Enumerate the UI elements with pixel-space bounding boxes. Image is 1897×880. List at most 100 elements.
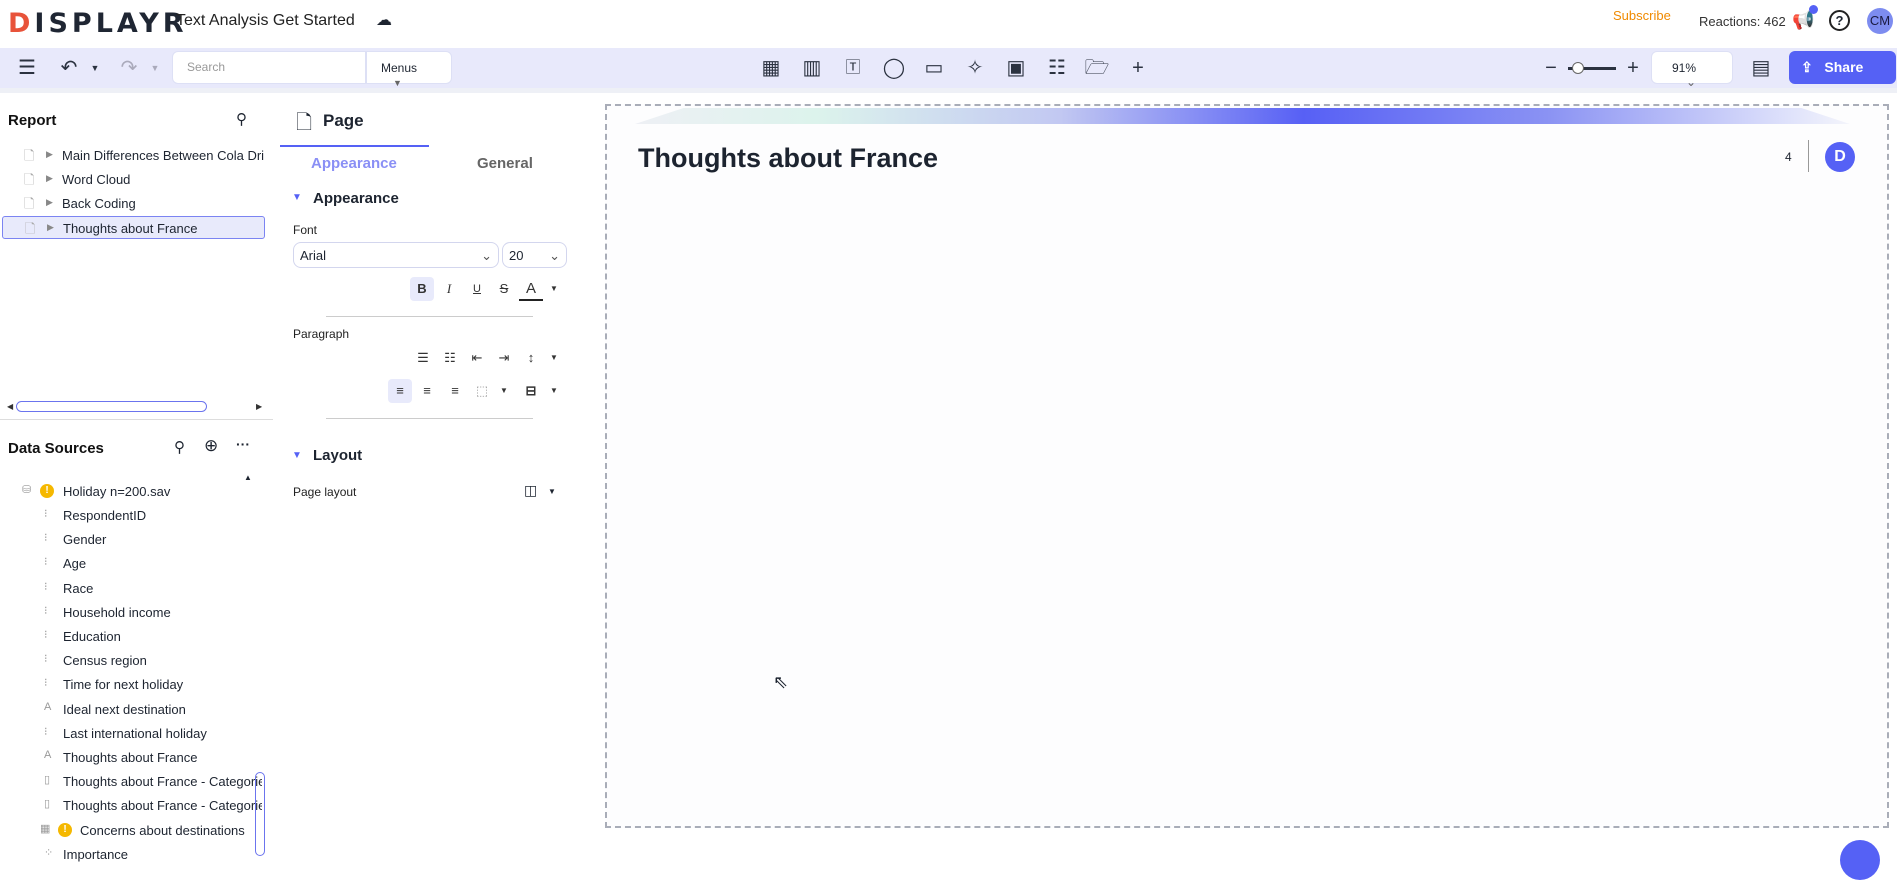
add-data-icon[interactable]: ⊕ xyxy=(204,436,218,456)
expand-icon[interactable]: ▶ xyxy=(46,149,53,160)
page-icon: 🗋 xyxy=(296,112,313,134)
font-select[interactable]: Arial ⌄ xyxy=(293,242,499,268)
variable-item[interactable]: ⁝ Race xyxy=(0,576,262,600)
variable-label: Thoughts about France - Categories xyxy=(63,798,262,814)
zoom-slider-handle[interactable] xyxy=(1572,62,1584,74)
line-spacing-icon[interactable]: ↕ xyxy=(519,346,543,370)
variable-item[interactable]: ▯ Thoughts about France - Categories xyxy=(0,793,262,817)
variable-item[interactable]: ⁘ Importance xyxy=(0,842,262,866)
variable-item[interactable]: ⁝ Household income xyxy=(0,600,262,624)
expand-icon[interactable]: ▶ xyxy=(46,197,53,208)
more-icon[interactable]: ··· xyxy=(236,436,250,452)
report-item-label: Back Coding xyxy=(62,196,136,211)
bold-button[interactable]: B xyxy=(410,277,434,301)
search-icon[interactable]: ⚲ xyxy=(236,110,247,128)
align-center-button[interactable]: ≡ xyxy=(415,379,439,403)
page-icon: 🗋 xyxy=(24,172,35,187)
border-icon[interactable]: ⬚ xyxy=(470,379,494,403)
variable-binary-icon: ▯ xyxy=(44,774,51,787)
line-spacing-dropdown-icon[interactable]: ▼ xyxy=(542,346,566,370)
scroll-left-icon[interactable]: ◀ xyxy=(7,402,13,411)
calculator-icon[interactable]: ▣ xyxy=(1003,56,1029,80)
scroll-right-icon[interactable]: ▶ xyxy=(256,402,262,411)
chat-support-button[interactable] xyxy=(1840,840,1880,880)
text-icon[interactable]: 🅃 xyxy=(840,56,866,80)
align-left-button[interactable]: ≡ xyxy=(388,379,412,403)
chart-icon[interactable]: ▥ xyxy=(799,56,825,80)
avatar[interactable]: CM xyxy=(1867,8,1893,34)
variable-item[interactable]: A Ideal next destination xyxy=(0,697,262,721)
collapse-icon[interactable]: ▼ xyxy=(292,450,302,461)
divider xyxy=(1808,140,1809,172)
tab-general[interactable]: General xyxy=(477,155,533,172)
variable-text-icon: A xyxy=(44,700,52,713)
report-item[interactable]: 🗋 ▶ Back Coding xyxy=(2,192,265,215)
vertical-align-icon[interactable]: ⊟ xyxy=(519,379,543,403)
variable-item[interactable]: ⁝ Time for next holiday xyxy=(0,672,262,696)
variable-item[interactable]: ⁝ Education xyxy=(0,624,262,648)
bullet-list-icon[interactable]: ☰ xyxy=(411,346,435,370)
variable-item[interactable]: ⁝ Last international holiday xyxy=(0,721,262,745)
page-layout-icon[interactable]: ◫ xyxy=(524,482,537,499)
sparkle-icon[interactable]: ✧ xyxy=(962,56,988,80)
vertical-align-dropdown-icon[interactable]: ▼ xyxy=(542,379,566,403)
plus-icon[interactable]: + xyxy=(1125,56,1151,80)
tab-appearance[interactable]: Appearance xyxy=(311,155,397,172)
image-icon[interactable]: ▭ xyxy=(921,56,947,80)
table-icon[interactable]: ▦ xyxy=(758,56,784,80)
underline-button[interactable]: U xyxy=(465,277,489,301)
undo-dropdown-icon[interactable]: ▼ xyxy=(82,56,108,80)
italic-button[interactable]: I xyxy=(437,277,461,301)
align-right-button[interactable]: ≡ xyxy=(443,379,467,403)
variable-item[interactable]: ▯ Thoughts about France - Categories xyxy=(0,769,262,793)
variable-categorical-icon: ⁝ xyxy=(44,556,48,569)
variable-item[interactable]: ⁝ Age xyxy=(0,551,262,575)
border-dropdown-icon[interactable]: ▼ xyxy=(492,379,516,403)
expand-icon[interactable]: ▶ xyxy=(47,222,54,233)
page-layout-label: Page layout xyxy=(293,485,357,499)
shape-icon[interactable]: ◯ xyxy=(881,56,907,80)
undo-icon[interactable]: ↶ xyxy=(56,56,82,80)
variable-item[interactable]: ⁝ Census region xyxy=(0,648,262,672)
page-canvas[interactable] xyxy=(605,104,1889,828)
redo-icon[interactable]: ↷ xyxy=(116,56,142,80)
horizontal-scrollbar[interactable] xyxy=(16,401,207,412)
variable-item[interactable]: ⁝ Gender xyxy=(0,527,262,551)
data-file[interactable]: ⛁! Holiday n=200.sav xyxy=(0,479,262,503)
sliders-icon[interactable]: ☷ xyxy=(1044,56,1070,80)
zoom-out-icon[interactable]: − xyxy=(1538,56,1564,80)
page-layout-dropdown-icon[interactable]: ▼ xyxy=(548,487,556,496)
report-item[interactable]: 🗋 ▶ Main Differences Between Cola Drinks xyxy=(2,144,265,167)
comment-icon[interactable]: ▤ xyxy=(1748,56,1774,80)
expand-icon[interactable]: ▶ xyxy=(46,173,53,184)
font-color-button[interactable]: A xyxy=(519,277,543,301)
hamburger-menu-icon[interactable]: ☰ xyxy=(14,56,40,80)
collapse-icon[interactable]: ▼ xyxy=(292,192,302,203)
strikethrough-button[interactable]: S xyxy=(492,277,516,301)
report-item-selected[interactable]: 🗋 ▶ Thoughts about France xyxy=(2,216,265,239)
font-size-select[interactable]: 20 ⌄ xyxy=(502,242,567,268)
indent-icon[interactable]: ⇥ xyxy=(492,346,516,370)
page-title[interactable]: Thoughts about France xyxy=(638,143,938,174)
numbered-list-icon[interactable]: ☷ xyxy=(438,346,462,370)
zoom-in-icon[interactable]: + xyxy=(1620,56,1646,80)
subscribe-link[interactable]: Subscribe xyxy=(1613,8,1671,23)
share-button[interactable]: ⇪ Share xyxy=(1789,51,1896,84)
menus-dropdown[interactable]: Menus ▼ xyxy=(366,51,452,88)
font-color-dropdown-icon[interactable]: ▼ xyxy=(542,277,566,301)
search-icon[interactable]: ⚲ xyxy=(174,438,185,456)
warning-icon: ! xyxy=(58,822,72,837)
document-title[interactable]: Text Analysis Get Started xyxy=(176,12,355,30)
displayr-logo[interactable]: DISPLAYR xyxy=(8,8,188,39)
folder-icon[interactable]: 🗁 xyxy=(1084,56,1110,80)
redo-dropdown-icon[interactable]: ▼ xyxy=(142,56,168,80)
vertical-scrollbar[interactable] xyxy=(255,772,265,856)
search-input[interactable]: Search xyxy=(172,51,366,84)
variable-item[interactable]: ▦! Concerns about destinations xyxy=(0,818,262,842)
outdent-icon[interactable]: ⇤ xyxy=(465,346,489,370)
help-icon[interactable]: ? xyxy=(1829,10,1850,31)
variable-item[interactable]: ⁝ RespondentID xyxy=(0,503,262,527)
variable-item[interactable]: A Thoughts about France xyxy=(0,745,262,769)
zoom-select[interactable]: 91% ⌄ xyxy=(1651,51,1733,89)
report-item[interactable]: 🗋 ▶ Word Cloud xyxy=(2,168,265,191)
